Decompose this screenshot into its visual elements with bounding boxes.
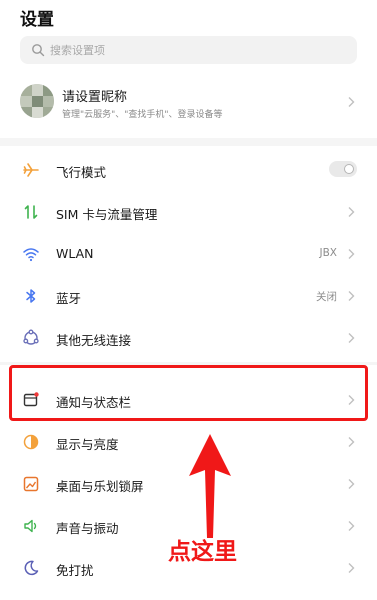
chevron-right-icon [348, 479, 355, 489]
wireless-connection-icon [23, 329, 39, 345]
account-name: 请设置昵称 [62, 90, 128, 105]
moon-icon [24, 560, 39, 576]
wifi-icon [23, 248, 39, 262]
pointer-arrow-icon [189, 434, 231, 538]
section-divider [0, 138, 377, 146]
settings-item-label: 免打扰 [56, 563, 94, 578]
chevron-right-icon [348, 521, 355, 531]
settings-item-label: 桌面与乐划锁屏 [56, 479, 144, 494]
wlan-value: JBX [319, 247, 338, 259]
airplane-icon [23, 163, 39, 177]
settings-item-sim[interactable]: SIM 卡与流量管理 [0, 191, 377, 233]
page-title: 设置 [20, 10, 54, 30]
highlight-box [9, 365, 368, 421]
speaker-icon [24, 519, 37, 533]
settings-item-label: 显示与亮度 [56, 437, 119, 452]
settings-item-label: WLAN [56, 246, 94, 261]
account-row[interactable]: 请设置昵称 管理"云服务"、"查找手机"、登录设备等 [0, 76, 377, 128]
chevron-right-icon [348, 291, 355, 301]
settings-item-wireless[interactable]: 其他无线连接 [0, 317, 377, 359]
account-subtitle: 管理"云服务"、"查找手机"、登录设备等 [62, 110, 223, 120]
sim-data-icon [24, 205, 38, 219]
chevron-right-icon [348, 333, 355, 343]
search-placeholder: 搜索设置项 [50, 44, 105, 57]
chevron-right-icon [348, 437, 355, 447]
wallpaper-icon [23, 476, 39, 492]
search-bar[interactable]: 搜索设置项 [20, 36, 357, 64]
bluetooth-icon [26, 289, 36, 303]
settings-item-label: 声音与振动 [56, 521, 119, 536]
settings-item-label: 飞行模式 [56, 165, 107, 180]
settings-item-label: SIM 卡与流量管理 [56, 207, 158, 222]
airplane-mode-toggle[interactable] [329, 161, 357, 177]
settings-item-bluetooth[interactable]: 蓝牙 关闭 [0, 275, 377, 317]
chevron-right-icon [348, 207, 355, 217]
tap-here-annotation: 点这里 [168, 539, 237, 565]
settings-item-airplane[interactable]: 飞行模式 [0, 149, 377, 191]
search-icon [32, 44, 45, 57]
chevron-right-icon [348, 97, 355, 107]
settings-item-wlan[interactable]: WLAN JBX [0, 233, 377, 275]
chevron-right-icon [348, 563, 355, 573]
bluetooth-value: 关闭 [316, 291, 337, 303]
settings-item-label: 蓝牙 [56, 291, 82, 306]
brightness-icon [23, 434, 39, 450]
avatar [20, 84, 54, 118]
chevron-right-icon [348, 249, 355, 259]
settings-item-label: 其他无线连接 [56, 333, 132, 348]
